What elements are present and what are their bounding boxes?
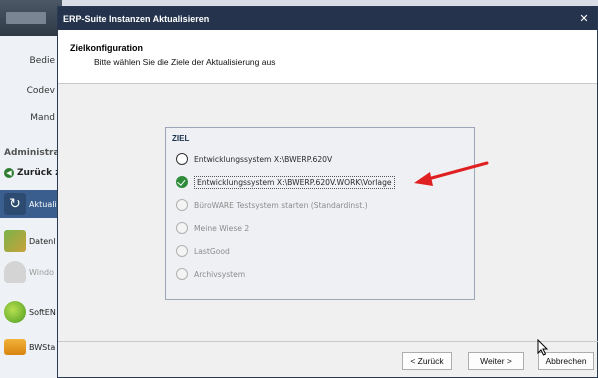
update-instances-dialog: ERP-Suite Instanzen Aktualisieren ✕ Ziel… <box>57 6 598 378</box>
option-label: BüroWARE Testsystem starten (Standardins… <box>194 200 368 210</box>
screen: { "background": { "nav": ["Bedie", "Code… <box>0 0 598 378</box>
target-option-entwicklungssystem-vorlage[interactable]: Entwicklungssystem X:\BWERP.620V.WORK\Vo… <box>176 174 395 190</box>
dialog-titlebar[interactable]: ERP-Suite Instanzen Aktualisieren ✕ <box>58 7 597 30</box>
radio-checked-icon[interactable] <box>176 176 188 188</box>
back-label: Zurück z <box>17 168 61 178</box>
option-label: Meine Wiese 2 <box>194 223 250 233</box>
option-label: Entwicklungssystem X:\BWERP.620V <box>194 154 333 164</box>
radio-unchecked-icon[interactable] <box>176 153 188 165</box>
back-button[interactable]: < Zurück <box>402 352 452 370</box>
sidebar-item-windows[interactable]: Windo <box>0 258 62 286</box>
radio-disabled-icon <box>176 268 188 280</box>
radio-disabled-icon <box>176 245 188 257</box>
apple-icon <box>4 301 26 323</box>
target-groupbox: ZIEL Entwicklungssystem X:\BWERP.620V En… <box>165 127 475 300</box>
close-icon[interactable]: ✕ <box>577 12 591 25</box>
target-option-archivsystem: Archivsystem <box>176 266 245 282</box>
sidebar-item-label: SoftEN <box>29 307 56 317</box>
folder-icon <box>4 339 26 355</box>
dialog-header: Zielkonfiguration Bitte wählen Sie die Z… <box>58 30 597 84</box>
option-label: Archivsystem <box>194 269 246 279</box>
sidebar-item-label: BWSta <box>29 342 56 352</box>
sidebar-item-bwstart[interactable]: BWSta <box>0 333 62 361</box>
sidebar-item-aktualisieren[interactable]: ↻ Aktuali <box>0 190 62 218</box>
refresh-icon: ↻ <box>4 193 26 215</box>
target-option-bueroware-testsystem: BüroWARE Testsystem starten (Standardins… <box>176 197 368 213</box>
sidebar-item-label: Aktuali <box>29 199 57 209</box>
sidebar-item-soften[interactable]: SoftEN <box>0 298 62 326</box>
option-label: Entwicklungssystem X:\BWERP.620V.WORK\Vo… <box>194 175 395 189</box>
option-label: LastGood <box>194 246 230 256</box>
app-logo <box>6 12 46 24</box>
radio-disabled-icon <box>176 199 188 211</box>
background-app-sidebar: Bedie Codev Mand Administrat ◀ Zurück z … <box>0 0 64 378</box>
page-subtitle: Bitte wählen Sie die Ziele der Aktualisi… <box>94 57 276 67</box>
sidebar-item-label: Datenl <box>29 236 56 246</box>
mouse-cursor-icon <box>537 339 549 356</box>
back-arrow-icon: ◀ <box>4 168 14 178</box>
nav-item-mand[interactable]: Mand <box>30 113 55 123</box>
sidebar-item-datenbank[interactable]: Datenl <box>0 227 62 255</box>
user-icon <box>4 261 26 283</box>
back-link[interactable]: ◀ Zurück z <box>4 168 60 178</box>
nav-item-codev[interactable]: Codev <box>27 86 55 96</box>
background-app-header <box>0 0 62 36</box>
footer-divider <box>58 341 598 342</box>
page-title: Zielkonfiguration <box>70 43 143 53</box>
section-administration: Administrat <box>4 148 64 158</box>
radio-disabled-icon <box>176 222 188 234</box>
dialog-title: ERP-Suite Instanzen Aktualisieren <box>63 13 210 24</box>
sidebar-item-label: Windo <box>29 267 54 277</box>
target-option-lastgood: LastGood <box>176 243 230 259</box>
next-button[interactable]: Weiter > <box>468 352 524 370</box>
target-option-entwicklungssystem-620v[interactable]: Entwicklungssystem X:\BWERP.620V <box>176 151 332 167</box>
nav-item-bedie[interactable]: Bedie <box>30 56 55 66</box>
target-option-meine-wiese: Meine Wiese 2 <box>176 220 249 236</box>
group-title: ZIEL <box>172 134 190 143</box>
database-icon <box>4 230 26 252</box>
